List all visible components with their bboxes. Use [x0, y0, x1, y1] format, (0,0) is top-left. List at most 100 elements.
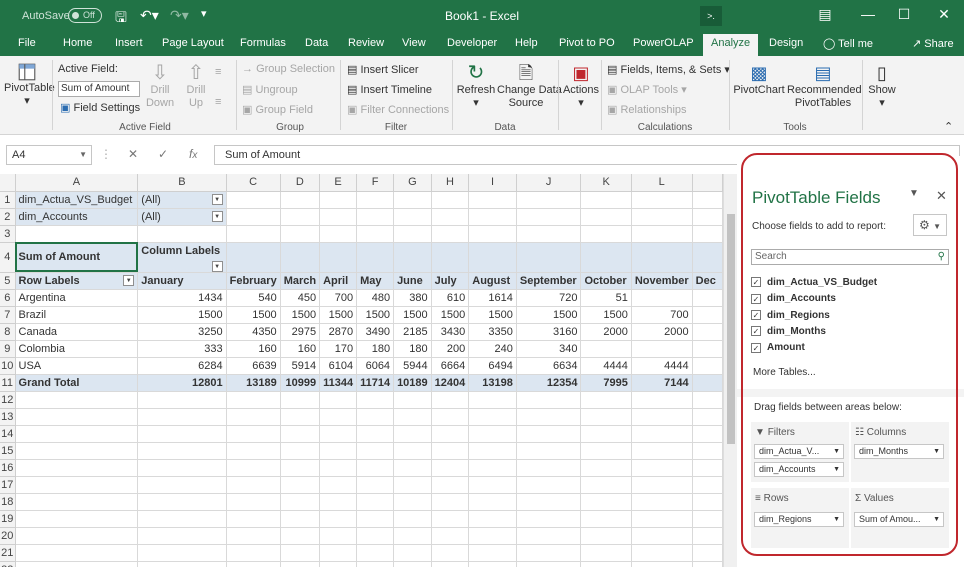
grand-total-cell[interactable]: 10999 — [280, 373, 321, 392]
cell[interactable] — [393, 493, 432, 511]
value-cell[interactable]: 1500 — [468, 306, 517, 324]
value-cell[interactable]: 450 — [280, 289, 321, 307]
search-input[interactable]: Search ⚲ — [751, 249, 949, 265]
value-cell[interactable]: 6664 — [431, 357, 470, 375]
insert-function-icon[interactable]: fx — [189, 147, 197, 161]
value-cell[interactable]: 700 — [319, 289, 358, 307]
column-labels-dropdown-icon[interactable]: ▼ — [211, 260, 223, 271]
filter-field-cell[interactable]: dim_Accounts — [15, 208, 139, 226]
cell[interactable] — [226, 191, 281, 209]
vertical-scrollbar[interactable] — [723, 174, 737, 567]
name-box[interactable]: A4 ▼ — [6, 145, 92, 165]
cell[interactable] — [356, 242, 395, 273]
cell[interactable] — [393, 442, 432, 460]
cell[interactable] — [631, 408, 693, 426]
refresh-button[interactable]: ↻ Refresh ▾ — [456, 62, 496, 110]
grand-total-cell[interactable]: 13198 — [468, 373, 517, 392]
field-list-item[interactable]: ✓ dim_Regions — [751, 310, 949, 326]
cell[interactable] — [631, 425, 693, 443]
cell[interactable] — [393, 391, 432, 409]
cell[interactable] — [631, 225, 693, 243]
value-cell[interactable]: 1500 — [393, 306, 432, 324]
cell[interactable] — [580, 208, 632, 226]
pivotchart-button[interactable]: ▩ PivotChart — [733, 62, 785, 97]
group-field-button[interactable]: ▣ Group Field — [242, 103, 313, 116]
value-cell[interactable]: 3250 — [137, 323, 227, 341]
cell[interactable] — [431, 459, 470, 477]
cell[interactable] — [468, 476, 517, 494]
value-cell[interactable]: 2185 — [393, 323, 432, 341]
cell[interactable] — [226, 442, 281, 460]
change-data-source-button[interactable]: 🗎 Change Data Source — [497, 62, 562, 110]
collapse-ribbon-icon[interactable]: ⌃ — [944, 120, 953, 133]
cell[interactable] — [137, 544, 227, 562]
cell[interactable] — [15, 510, 139, 528]
month-header-cell[interactable]: Dec — [692, 272, 723, 290]
cell[interactable] — [319, 561, 358, 567]
month-header-cell[interactable]: October — [580, 272, 632, 290]
cell[interactable] — [15, 442, 139, 460]
relationships-button[interactable]: ▣ Relationships — [607, 103, 687, 116]
value-cell[interactable]: 3350 — [468, 323, 517, 341]
cell[interactable] — [516, 493, 582, 511]
tab-data[interactable]: Data — [305, 37, 328, 49]
cell[interactable] — [516, 242, 582, 273]
cell[interactable] — [356, 544, 395, 562]
column-header[interactable]: H — [431, 174, 470, 192]
cell[interactable] — [319, 208, 358, 226]
cell[interactable] — [580, 225, 632, 243]
value-cell[interactable]: 3160 — [516, 323, 582, 341]
cell[interactable] — [226, 544, 281, 562]
cell[interactable] — [319, 527, 358, 545]
cell[interactable] — [137, 510, 227, 528]
cell[interactable] — [356, 191, 395, 209]
checkbox-checked-icon[interactable]: ✓ — [751, 326, 761, 337]
cell[interactable] — [319, 544, 358, 562]
cell[interactable] — [137, 408, 227, 426]
maximize-icon[interactable]: ☐ — [889, 6, 919, 23]
cell[interactable] — [226, 527, 281, 545]
month-header-cell[interactable]: August — [468, 272, 517, 290]
value-cell[interactable]: 6064 — [356, 357, 395, 375]
column-header[interactable]: J — [516, 174, 582, 192]
value-cell[interactable] — [692, 306, 723, 324]
value-cell[interactable]: 720 — [516, 289, 582, 307]
value-cell[interactable]: 700 — [631, 306, 693, 324]
tab-pivot-to-po[interactable]: Pivot to PO — [559, 37, 615, 49]
value-cell[interactable]: 380 — [393, 289, 432, 307]
select-all-corner[interactable] — [0, 174, 16, 192]
cell[interactable] — [692, 561, 723, 567]
cell[interactable] — [319, 510, 358, 528]
close-icon[interactable]: ✕ — [929, 6, 959, 23]
show-button[interactable]: ▯ Show ▾ — [866, 62, 898, 110]
cell[interactable] — [431, 225, 470, 243]
cell[interactable] — [226, 425, 281, 443]
grand-total-cell[interactable]: 12354 — [516, 373, 582, 392]
value-cell[interactable]: 340 — [516, 340, 582, 358]
cell[interactable] — [468, 225, 517, 243]
cell[interactable] — [226, 242, 281, 273]
cell[interactable] — [356, 425, 395, 443]
field-list-item[interactable]: ✓ dim_Months — [751, 326, 949, 342]
row-header[interactable]: 22 — [0, 561, 16, 567]
cell[interactable] — [319, 459, 358, 477]
cell[interactable] — [319, 391, 358, 409]
cell[interactable] — [631, 493, 693, 511]
drill-down-button[interactable]: ⇩ Drill Down — [144, 62, 176, 110]
value-cell[interactable]: 160 — [226, 340, 281, 358]
value-cell[interactable]: 333 — [137, 340, 227, 358]
cell[interactable] — [580, 527, 632, 545]
value-cell[interactable]: 1500 — [356, 306, 395, 324]
cell[interactable] — [319, 476, 358, 494]
value-cell[interactable]: 5944 — [393, 357, 432, 375]
cell[interactable] — [280, 242, 321, 273]
cell[interactable] — [431, 442, 470, 460]
expand-field-icon[interactable]: ≡ — [215, 66, 221, 78]
cell[interactable] — [431, 391, 470, 409]
cell[interactable] — [631, 242, 693, 273]
tab-powerolap[interactable]: PowerOLAP — [633, 37, 694, 49]
field-list-item[interactable]: ✓ Amount — [751, 342, 949, 358]
row-header[interactable]: 11 — [0, 374, 16, 392]
month-header-cell[interactable]: November — [631, 272, 693, 290]
tab-review[interactable]: Review — [348, 37, 384, 49]
